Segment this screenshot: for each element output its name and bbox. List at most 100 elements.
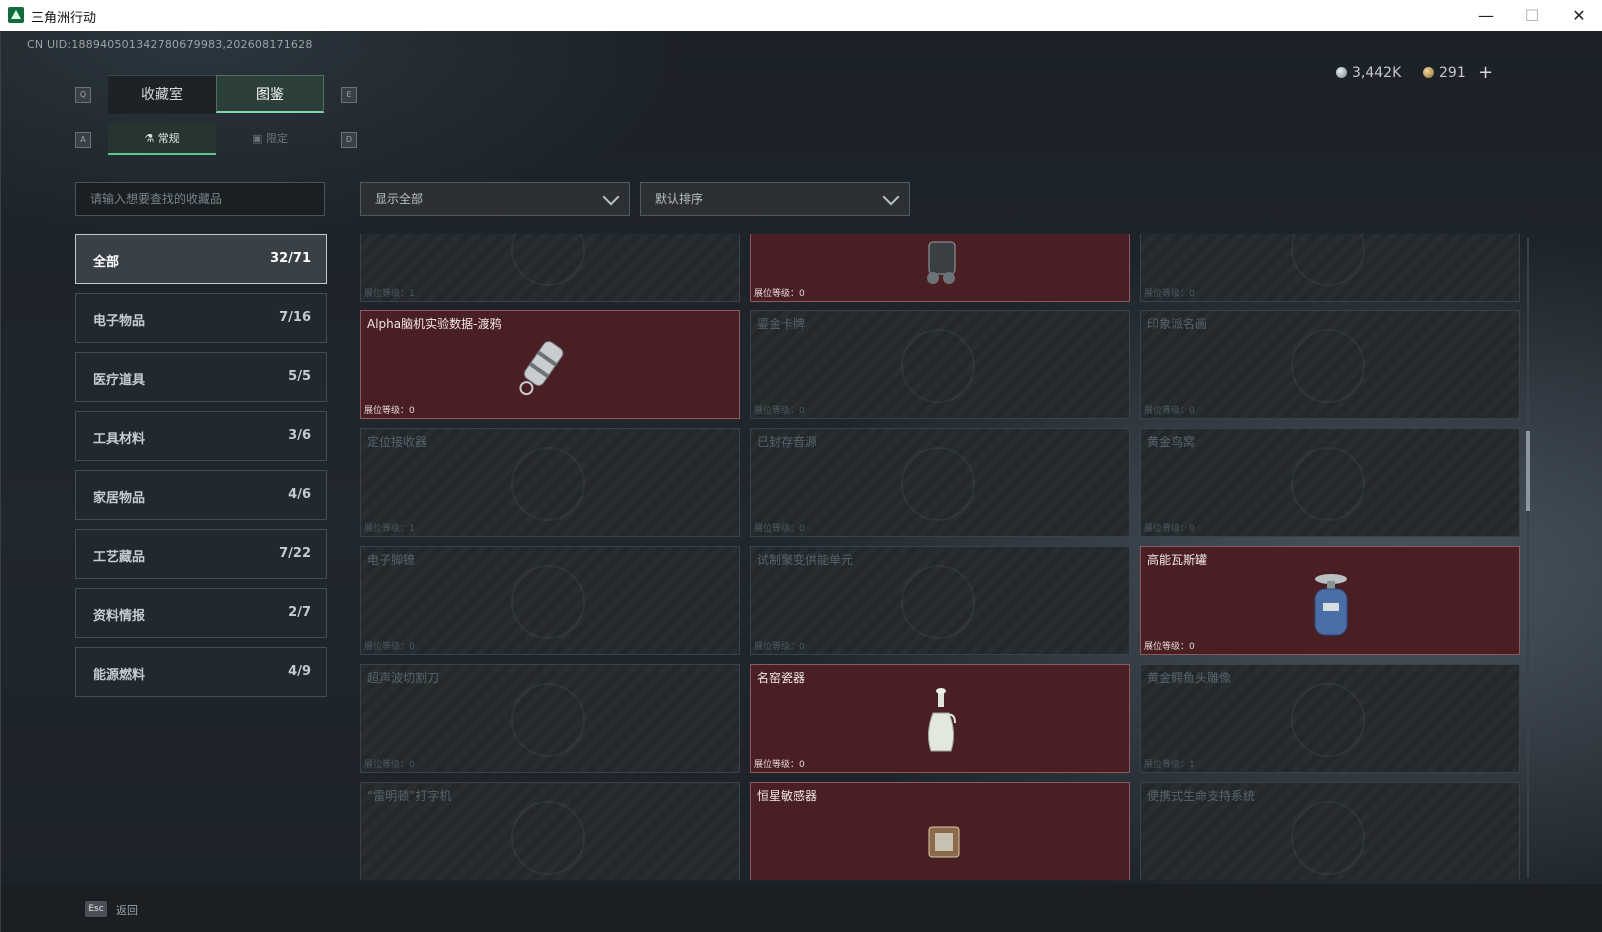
bottom-bar bbox=[1, 884, 1602, 932]
collection-card[interactable]: 黄金鳄鱼头雕像 展位等级：1 bbox=[1140, 664, 1520, 773]
add-currency-button[interactable]: + bbox=[1478, 62, 1493, 83]
item-silhouette-icon bbox=[511, 234, 585, 286]
collection-card[interactable]: “雷明顿”打字机 bbox=[360, 782, 740, 880]
close-button[interactable]: ✕ bbox=[1556, 0, 1602, 31]
collection-card[interactable]: 电子脚镣 展位等级：0 bbox=[360, 546, 740, 655]
collection-card[interactable]: 鎏金卡牌 展位等级：0 bbox=[750, 310, 1130, 419]
porcelain-vase-icon bbox=[927, 688, 956, 752]
collection-card[interactable]: 定位接收器 展位等级：1 bbox=[360, 428, 740, 537]
item-name: “雷明顿”打字机 bbox=[367, 789, 452, 803]
category-all[interactable]: 全部 32/71 bbox=[75, 234, 327, 284]
collection-grid: 展位等级：1 展位等级：0 展位等级：0 Alpha脑机实验数据-渡鸦 展位等级… bbox=[360, 234, 1526, 880]
item-silhouette-icon bbox=[511, 447, 585, 521]
silver-currency: 3,442K bbox=[1336, 65, 1401, 81]
display-level: 展位等级：0 bbox=[364, 642, 415, 652]
item-silhouette-icon bbox=[1291, 329, 1365, 403]
filter-dropdown-value: 显示全部 bbox=[375, 192, 424, 206]
category-count: 7/16 bbox=[279, 310, 311, 325]
item-silhouette-icon bbox=[1291, 447, 1365, 521]
maximize-button[interactable]: ☐ bbox=[1509, 0, 1555, 31]
display-level: 展位等级：0 bbox=[754, 642, 805, 652]
subtab-limited[interactable]: ▣ 限定 bbox=[216, 123, 324, 155]
tab-handbook[interactable]: 图鉴 bbox=[216, 75, 324, 113]
item-name: 已封存音源 bbox=[757, 435, 818, 449]
collection-card[interactable]: 便携式生命支持系统 bbox=[1140, 782, 1520, 880]
grid-scrollbar-track[interactable] bbox=[1527, 238, 1529, 878]
item-name: 鎏金卡牌 bbox=[757, 317, 806, 331]
user-uid: CN UID:18894050134278067998​3,2026081716… bbox=[27, 38, 313, 51]
collection-card[interactable]: 展位等级：0 bbox=[1140, 234, 1520, 302]
collection-card[interactable]: 印象派名画 展位等级：0 bbox=[1140, 310, 1520, 419]
item-name: 高能瓦斯罐 bbox=[1147, 553, 1208, 567]
search-input[interactable]: 请输入想要查找的收藏品 bbox=[75, 182, 325, 216]
display-level: 展位等级：0 bbox=[754, 760, 805, 770]
collection-card[interactable]: Alpha脑机实验数据-渡鸦 展位等级：0 bbox=[360, 310, 740, 419]
collection-card[interactable]: 展位等级：0 bbox=[750, 234, 1130, 302]
display-level: 展位等级：1 bbox=[364, 524, 415, 534]
category-count: 4/6 bbox=[288, 487, 311, 502]
collection-card[interactable]: 恒星敏感器 bbox=[750, 782, 1130, 880]
display-level: 展位等级：0 bbox=[364, 760, 415, 770]
window-title: 三角洲行动 bbox=[31, 11, 97, 26]
picture-icon: ▣ bbox=[252, 132, 263, 145]
category-count: 4/9 bbox=[288, 664, 311, 679]
category-household[interactable]: 家居物品 4/6 bbox=[75, 470, 327, 520]
item-name: 定位接收器 bbox=[367, 435, 428, 449]
category-intel[interactable]: 资料情报 2/7 bbox=[75, 588, 327, 638]
item-silhouette-icon bbox=[511, 801, 585, 875]
display-level: 展位等级：0 bbox=[754, 406, 805, 416]
collection-card[interactable]: 名窑瓷器 展位等级：0 bbox=[750, 664, 1130, 773]
subtab-limited-label: 限定 bbox=[265, 132, 288, 145]
category-energy[interactable]: 能源燃料 4/9 bbox=[75, 647, 327, 697]
item-silhouette-icon bbox=[1291, 801, 1365, 875]
back-button[interactable]: 返回 bbox=[116, 902, 138, 918]
sort-dropdown[interactable]: 默认排序 bbox=[640, 182, 910, 216]
item-silhouette-icon bbox=[901, 329, 975, 403]
backpack-device-icon bbox=[927, 241, 956, 284]
key-hint-d: D bbox=[341, 132, 357, 148]
silver-amount: 3,442K bbox=[1352, 65, 1402, 81]
key-hint-e: E bbox=[341, 87, 357, 103]
gold-amount: 291 bbox=[1439, 65, 1466, 81]
category-count: 32/71 bbox=[270, 251, 311, 266]
collection-card[interactable]: 已封存音源 展位等级：0 bbox=[750, 428, 1130, 537]
tab-collection-room[interactable]: 收藏室 bbox=[108, 75, 216, 114]
item-silhouette-icon bbox=[511, 683, 585, 757]
gold-coin-icon bbox=[1423, 67, 1434, 78]
gas-canister-icon bbox=[1314, 574, 1348, 636]
category-count: 5/5 bbox=[288, 369, 311, 384]
collection-card[interactable]: 试制聚变供能单元 展位等级：0 bbox=[750, 546, 1130, 655]
minimize-button[interactable]: — bbox=[1463, 0, 1509, 31]
collection-card[interactable]: 超声波切割刀 展位等级：0 bbox=[360, 664, 740, 773]
item-silhouette-icon bbox=[901, 565, 975, 639]
item-name: 黄金鳄鱼头雕像 bbox=[1147, 671, 1232, 685]
chevron-down-icon bbox=[602, 188, 620, 206]
display-level: 展位等级：1 bbox=[1144, 760, 1195, 770]
esc-key-hint[interactable]: Esc bbox=[85, 901, 107, 917]
category-tools[interactable]: 工具材料 3/6 bbox=[75, 411, 327, 461]
category-count: 3/6 bbox=[288, 428, 311, 443]
sort-dropdown-value: 默认排序 bbox=[655, 192, 704, 206]
flask-icon: ⚗ bbox=[144, 132, 155, 145]
item-name: 电子脚镣 bbox=[367, 553, 416, 567]
star-sensor-icon bbox=[928, 826, 960, 858]
item-silhouette-icon bbox=[511, 565, 585, 639]
category-crafts[interactable]: 工艺藏品 7/22 bbox=[75, 529, 327, 579]
collection-card[interactable]: 黄金鸟窝 展位等级：0 bbox=[1140, 428, 1520, 537]
filter-dropdown[interactable]: 显示全部 bbox=[360, 182, 630, 216]
display-level: 展位等级：0 bbox=[754, 524, 805, 534]
category-label: 资料情报 bbox=[93, 609, 146, 624]
display-level: 展位等级：0 bbox=[1144, 642, 1195, 652]
category-label: 医疗道具 bbox=[93, 373, 146, 388]
category-electronics[interactable]: 电子物品 7/16 bbox=[75, 293, 327, 343]
display-level: 展位等级：0 bbox=[1144, 524, 1195, 534]
subtab-regular[interactable]: ⚗ 常规 bbox=[108, 123, 216, 155]
category-label: 全部 bbox=[93, 255, 120, 270]
item-silhouette-icon bbox=[901, 447, 975, 521]
subtab-regular-label: 常规 bbox=[157, 132, 180, 145]
category-medical[interactable]: 医疗道具 5/5 bbox=[75, 352, 327, 402]
collection-card[interactable]: 高能瓦斯罐 展位等级：0 bbox=[1140, 546, 1520, 655]
display-level: 展位等级：0 bbox=[1144, 289, 1195, 299]
collection-card[interactable]: 展位等级：1 bbox=[360, 234, 740, 302]
grid-scrollbar-thumb[interactable] bbox=[1526, 431, 1530, 511]
